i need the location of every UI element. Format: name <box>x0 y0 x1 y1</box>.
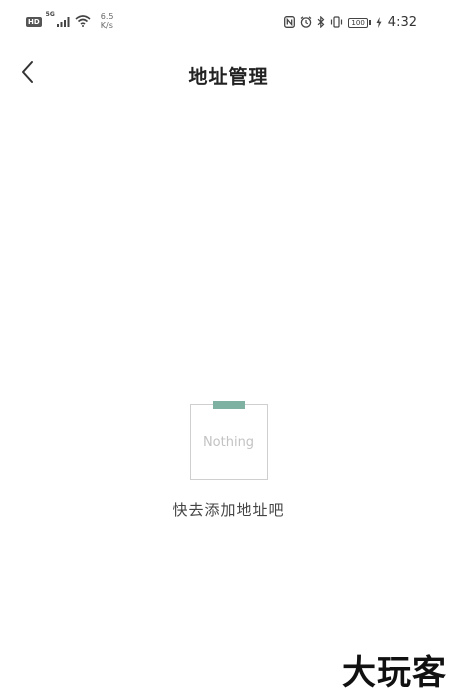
status-bar-left: HD 5G 6.5 K/s <box>26 12 114 31</box>
wifi-icon <box>75 12 91 31</box>
network-generation-label: 5G <box>45 11 55 18</box>
bluetooth-icon <box>317 13 325 32</box>
empty-illustration: Nothing <box>189 401 268 480</box>
empty-illustration-text: Nothing <box>202 434 255 450</box>
status-time: 4:32 <box>387 15 417 30</box>
page-title: 地址管理 <box>188 66 269 88</box>
battery-tip <box>368 20 371 25</box>
status-bar-right: 100 4:32 <box>284 13 417 32</box>
tape-decoration <box>212 401 245 409</box>
battery-indicator: 100 <box>348 17 371 28</box>
nfc-icon <box>284 13 296 32</box>
network-speed: 6.5 K/s <box>101 12 114 30</box>
battery-level: 100 <box>348 17 368 28</box>
charging-icon <box>376 13 382 32</box>
alarm-icon <box>300 13 312 32</box>
address-management-screen: HD 5G 6.5 K/s 100 4:32 地址管理 Nothing 快去添加… <box>0 0 457 700</box>
hd-badge: HD <box>26 16 42 27</box>
empty-message: 快去添加地址吧 <box>172 501 285 519</box>
cellular-signal-icon <box>56 12 71 31</box>
status-bar: HD 5G 6.5 K/s 100 4:32 <box>0 0 457 40</box>
vibrate-icon <box>330 13 343 32</box>
navigation-bar: 地址管理 <box>0 52 457 100</box>
network-speed-value: 6.5 <box>100 11 114 21</box>
watermark-logo: 大玩客 <box>342 653 447 693</box>
empty-state: Nothing 快去添加地址吧 <box>0 401 457 520</box>
network-speed-unit: K/s <box>100 20 113 30</box>
